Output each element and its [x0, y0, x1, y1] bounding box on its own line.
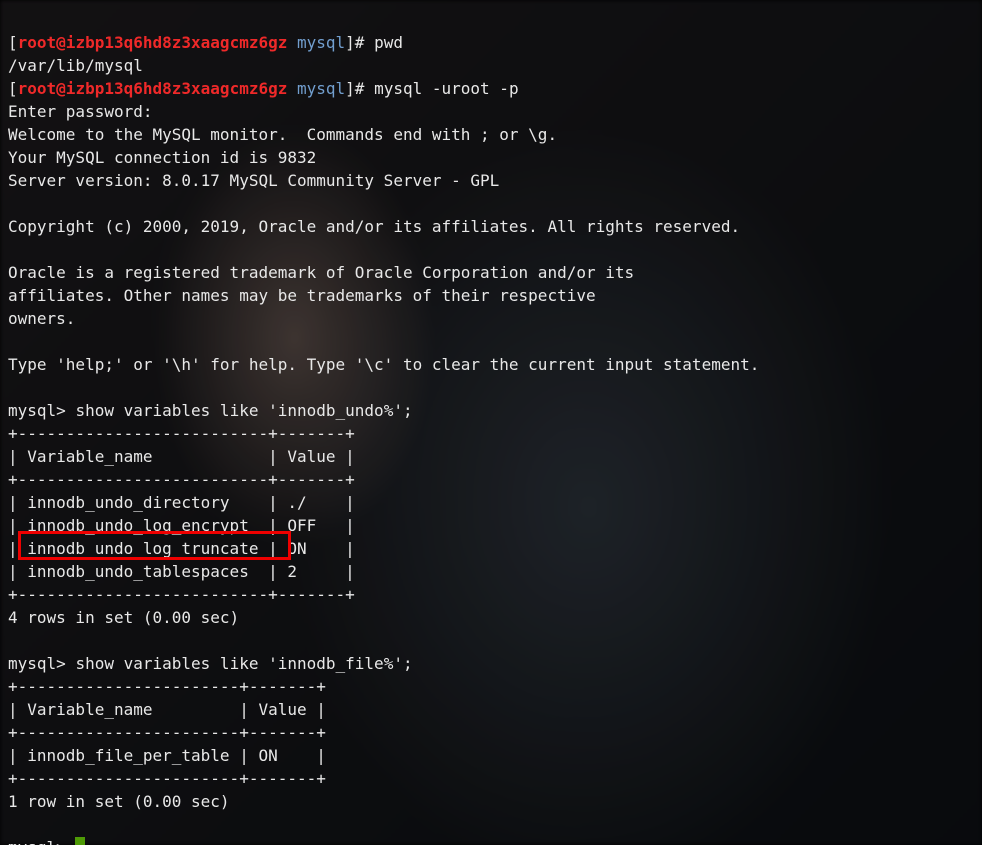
query-2: show variables like 'innodb_file%'; [75, 654, 412, 673]
cwd: mysql [297, 79, 345, 98]
mysql-prompt: mysql> [8, 838, 66, 845]
table-border: +--------------------------+-------+ [8, 424, 355, 443]
result-footer: 1 row in set (0.00 sec) [8, 792, 230, 811]
trademark-line: affiliates. Other names may be trademark… [8, 286, 596, 305]
pwd-output: /var/lib/mysql [8, 56, 143, 75]
welcome-line: Welcome to the MySQL monitor. Commands e… [8, 125, 557, 144]
help-line: Type 'help;' or '\h' for help. Type '\c'… [8, 355, 759, 374]
cursor [75, 837, 85, 845]
terminal[interactable]: [root@izbp13q6hd8z3xaagcmz6gz mysql]# pw… [0, 0, 982, 845]
result-footer: 4 rows in set (0.00 sec) [8, 608, 239, 627]
user-host: root@izbp13q6hd8z3xaagcmz6gz [18, 79, 288, 98]
welcome-line: Your MySQL connection id is 9832 [8, 148, 316, 167]
table-border: +-----------------------+-------+ [8, 769, 326, 788]
table-border: +--------------------------+-------+ [8, 470, 355, 489]
prompt-line: [root@izbp13q6hd8z3xaagcmz6gz mysql]# [8, 33, 374, 52]
table-row: | innodb_undo_tablespaces | 2 | [8, 562, 355, 581]
table-row: | innodb_undo_log_truncate | ON | [8, 539, 355, 558]
table-header: | Variable_name | Value | [8, 700, 326, 719]
mysql-prompt: mysql> [8, 654, 66, 673]
mysql-prompt: mysql> [8, 401, 66, 420]
copyright-line: Copyright (c) 2000, 2019, Oracle and/or … [8, 217, 740, 236]
user-host: root@izbp13q6hd8z3xaagcmz6gz [18, 33, 288, 52]
table-header: | Variable_name | Value | [8, 447, 355, 466]
table-row: | innodb_file_per_table | ON | [8, 746, 326, 765]
password-prompt: Enter password: [8, 102, 153, 121]
cwd: mysql [297, 33, 345, 52]
cmd-login: mysql -uroot -p [374, 79, 519, 98]
prompt-line: [root@izbp13q6hd8z3xaagcmz6gz mysql]# [8, 79, 374, 98]
table-row: | innodb_undo_log_encrypt | OFF | [8, 516, 355, 535]
cmd-pwd: pwd [374, 33, 403, 52]
welcome-line: Server version: 8.0.17 MySQL Community S… [8, 171, 499, 190]
trademark-line: owners. [8, 309, 75, 328]
table-border: +-----------------------+-------+ [8, 723, 326, 742]
trademark-line: Oracle is a registered trademark of Orac… [8, 263, 634, 282]
table-row: | innodb_undo_directory | ./ | [8, 493, 355, 512]
table-border: +-----------------------+-------+ [8, 677, 326, 696]
query-1: show variables like 'innodb_undo%'; [75, 401, 412, 420]
table-border: +--------------------------+-------+ [8, 585, 355, 604]
